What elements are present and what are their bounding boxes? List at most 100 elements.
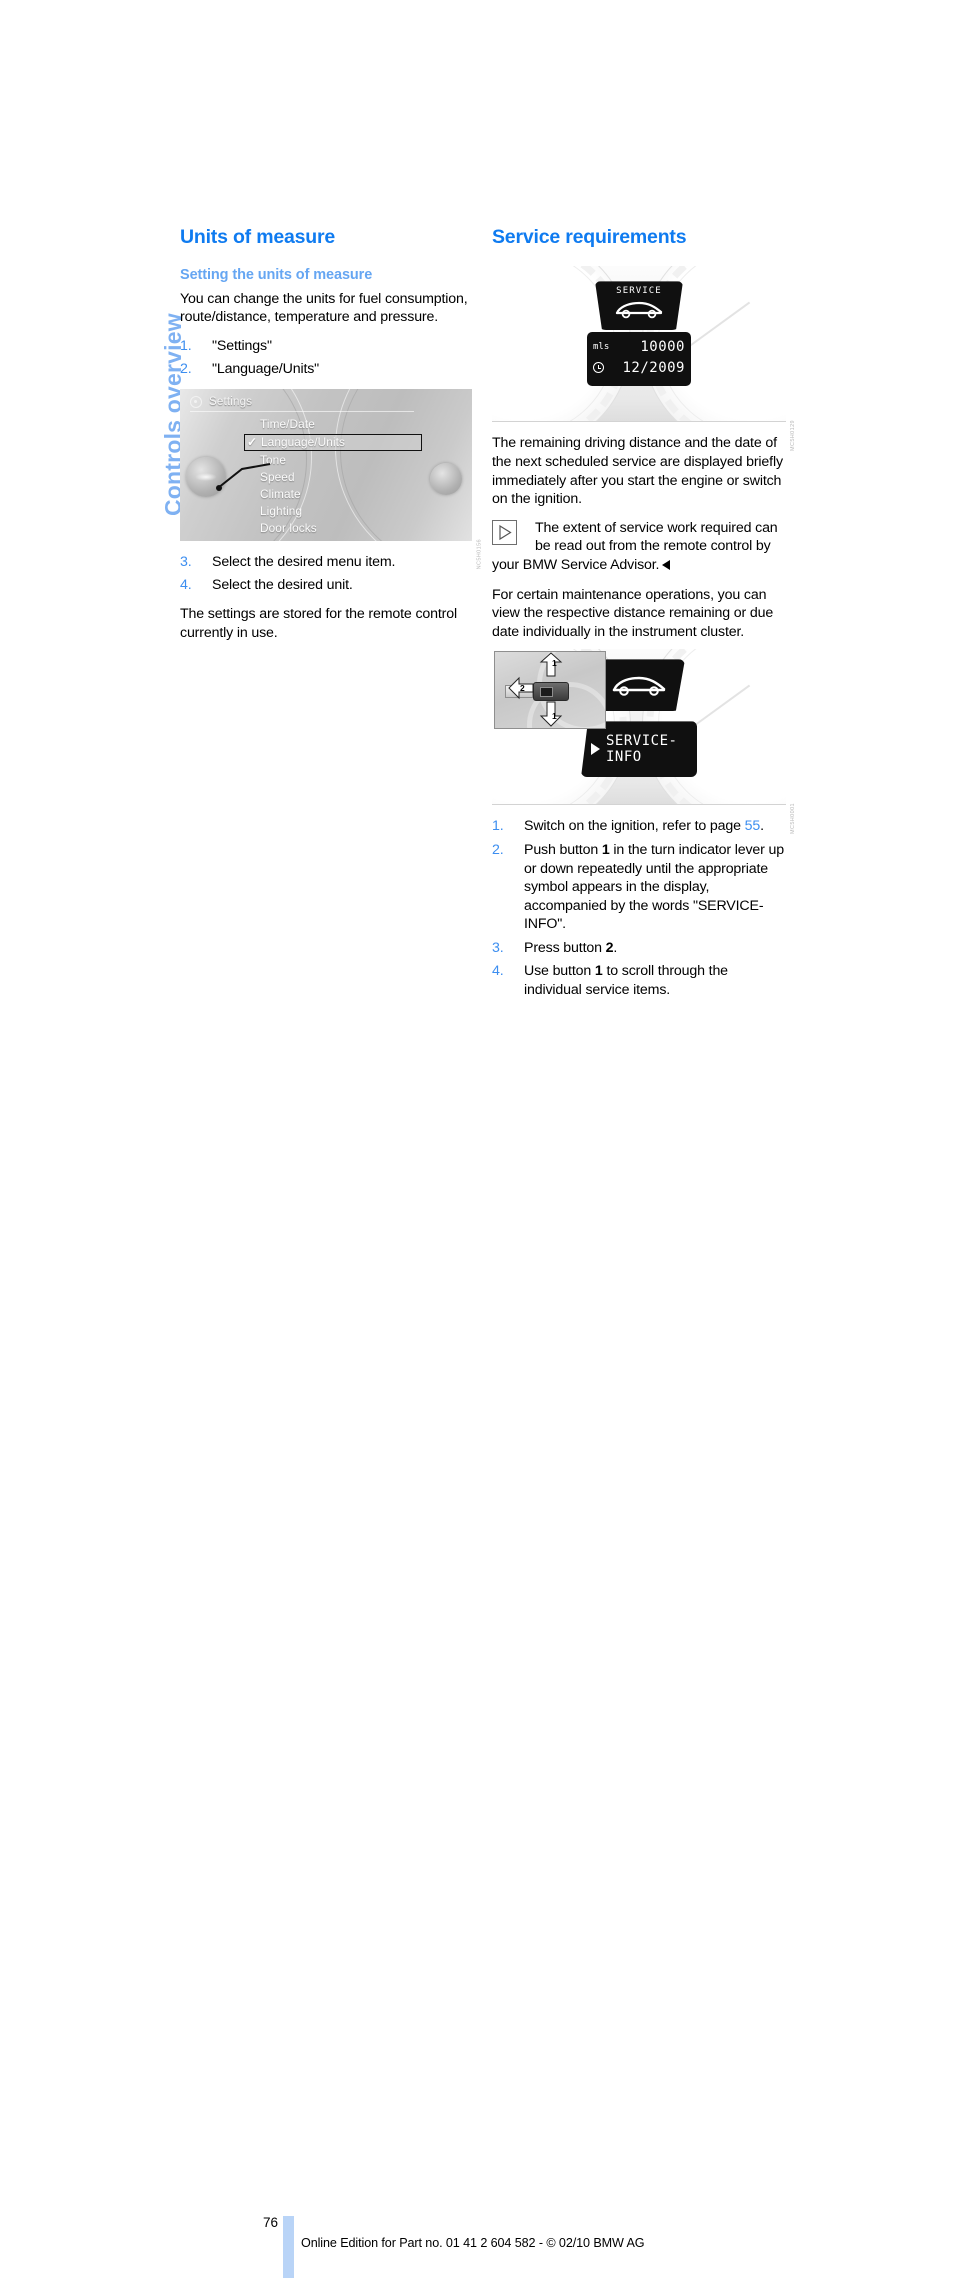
distance-unit-label: mls [593,341,610,352]
footer-accent-bar [283,2216,294,2278]
button-ref-1: 1 [594,963,603,980]
service-word-label: SERVICE [616,286,662,297]
step-number: 3. [492,939,504,956]
step-text: "Language/Units" [212,361,320,378]
step-number: 2. [180,361,192,378]
inset-label-down: 1 [552,711,557,722]
intro-paragraph: You can change the units for fuel consum… [180,290,468,326]
menu-item-lighting: Lighting [260,503,303,518]
step-number: 1. [180,337,192,354]
step-text: Push button 1 in the turn indicator leve… [524,841,784,933]
idrive-header: Settings [190,393,414,412]
step-text: Select the desired unit. [212,577,353,594]
service-values-display: mls 10000 12/2009 [587,332,691,387]
idrive-menu-list: Time/Date ✓ Language/Units Tone Speed Cl… [244,416,422,537]
clock-icon [593,362,604,374]
menu-item-language-units: ✓ Language/Units [244,433,422,451]
list-item: 3. Select the desired menu item. [180,553,472,572]
service-symbol-display [593,659,685,712]
figure-service-display: SERVICE mls 10000 12/2009 MC5H0129 [492,266,796,451]
car-silhouette-icon [612,677,666,697]
service-info-display: SERVICE- INFO [581,721,697,778]
step-text: Press button 2. [524,939,618,956]
steps-list-top: 1. "Settings" 2. "Language/Units" [180,337,472,379]
step-number: 4. [492,963,504,980]
step-number: 1. [492,818,504,835]
left-column: Units of measure Setting the units of me… [180,226,482,652]
inset-turn-indicator-lever: 1 1 2 [494,651,606,730]
list-item: 2. "Language/Units" [180,360,472,379]
figure-code: MC5H0001 [790,803,796,835]
distance-value: 10000 [640,338,685,355]
button-ref-1: 1 [601,841,610,858]
chapter-tab: Controls overview [126,220,186,520]
service-steps-list: 1. Switch on the ignition, refer to page… [492,817,786,999]
date-row: 12/2009 [593,357,685,378]
play-triangle-icon [591,743,600,756]
service-info-line-2: INFO [606,749,642,766]
subheading-setting-units: Setting the units of measure [180,267,373,284]
list-item: 4. Use button 1 to scroll through the in… [492,962,786,999]
service-paragraph-2: For certain maintenance operations, you … [492,586,774,640]
step-number: 3. [180,553,192,570]
footer-edition-text: Online Edition for Part no. 01 41 2 604 … [301,2236,645,2250]
menu-item-speed: Speed [260,469,295,484]
figure-service-info-display: SERVICE- INFO 1 1 2 MC5H0001 [492,649,796,834]
steps-list-bottom: 3. Select the desired menu item. 4. Sele… [180,553,472,595]
service-paragraph-1: The remaining driving distance and the d… [492,435,783,508]
menu-item-time-date: Time/Date [260,416,315,431]
step-text-pre: Switch on the ignition, refer to page [524,818,745,835]
button-ref-2: 2 [605,939,614,956]
service-info-line-1: SERVICE- [606,733,678,750]
page-number: 76 [263,2215,279,2230]
page-title-service-requirements: Service requirements [492,226,687,248]
instrument-cluster-image-2: SERVICE- INFO 1 1 2 [492,649,786,806]
note-block: The extent of service work required can … [492,519,786,575]
list-item: 4. Select the desired unit. [180,576,472,595]
page-title-units-of-measure: Units of measure [180,226,336,248]
menu-item-language-units-label: Language/Units [261,434,346,449]
figure-code: MC5H0129 [790,420,796,452]
instrument-cluster-image: SERVICE mls 10000 12/2009 [492,266,786,423]
note-text-line-1: The extent of service work required can [535,519,778,536]
page-reference-link[interactable]: 55 [745,818,761,834]
figure-idrive-settings-menu: Settings Time/Date ✓ Language/Units Tone… [180,388,482,569]
figure-code: NC5H0156 [476,538,482,570]
inset-label-press: 2 [520,683,525,694]
gear-icon [190,395,202,408]
note-text-line-2: be read out from the remote control by [535,538,771,555]
menu-item-climate: Climate [260,486,301,501]
manual-page: Controls overview Units of measure Setti… [0,0,954,2278]
note-end-marker-icon [662,559,671,570]
check-icon: ✓ [247,434,258,449]
controller-knob-right [430,462,462,495]
step-text: Use button 1 to scroll through the indiv… [524,963,728,999]
service-indicator-display: SERVICE [595,281,683,331]
car-silhouette-icon [615,302,663,319]
list-item: 3. Press button 2. [492,939,786,958]
callout-pointer-line [216,462,271,491]
page-footer: 76 Online Edition for Part no. 01 41 2 6… [0,1106,954,2278]
play-triangle-icon [492,519,517,545]
distance-row: mls 10000 [593,336,685,357]
service-info-text: SERVICE- INFO [606,733,677,765]
menu-item-door-locks: Door locks [260,520,317,535]
step-text: Select the desired menu item. [212,553,396,570]
list-item: 2. Push button 1 in the turn indicator l… [492,841,786,934]
note-text-line-3-wrapper: your BMW Service Advisor. [492,556,786,575]
step-text-post: . [760,818,764,835]
right-column: Service requirements SERVICE mls 10000 1… [492,226,796,1010]
closing-paragraph: The settings are stored for the remote c… [180,606,457,641]
menu-item-tone: Tone [260,452,286,467]
list-item: 1. "Settings" [180,337,472,356]
inset-label-up: 1 [552,658,557,669]
step-number: 2. [492,841,504,858]
step-text: "Settings" [212,337,272,354]
inset-arrows [508,652,563,728]
list-item: 1. Switch on the ignition, refer to page… [492,817,786,836]
note-text-line-3: your BMW Service Advisor. [492,556,660,573]
idrive-header-label: Settings [209,395,253,408]
date-value: 12/2009 [622,359,685,376]
idrive-screenshot: Settings Time/Date ✓ Language/Units Tone… [180,388,472,541]
step-number: 4. [180,577,192,594]
